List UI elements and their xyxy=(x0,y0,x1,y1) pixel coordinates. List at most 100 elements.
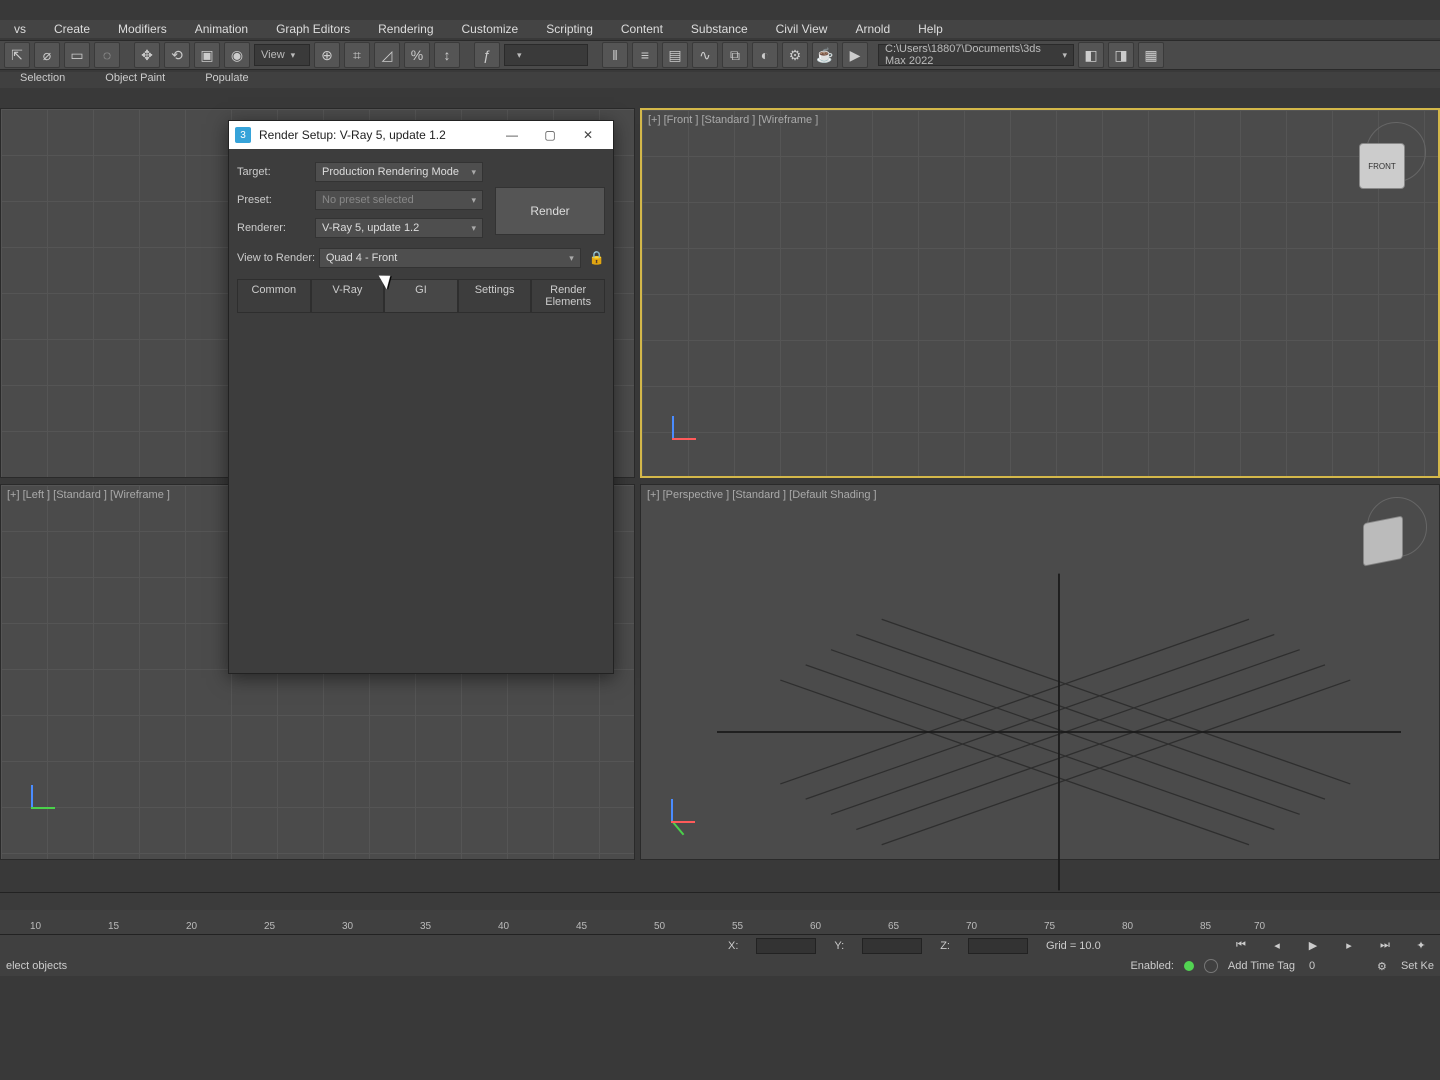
snap-toggle-icon[interactable]: ⌗ xyxy=(344,42,370,68)
material-editor-icon[interactable]: ◐ xyxy=(752,42,778,68)
refcoord-dropdown[interactable]: View xyxy=(254,44,310,66)
menu-item[interactable]: Rendering xyxy=(364,20,447,38)
coord-z-input[interactable] xyxy=(968,938,1028,954)
lock-icon[interactable]: 🔒 xyxy=(589,250,605,266)
placement-icon[interactable]: ◉ xyxy=(224,42,250,68)
dialog-titlebar[interactable]: 3 Render Setup: V-Ray 5, update 1.2 — ▢ … xyxy=(229,121,613,149)
label-view: View to Render: xyxy=(237,252,319,264)
frame-input[interactable]: 0 xyxy=(1305,960,1363,972)
menu-item[interactable]: Graph Editors xyxy=(262,20,364,38)
schematic-icon[interactable]: ⧉ xyxy=(722,42,748,68)
coord-status-bar: X: Y: Z: Grid = 10.0 ⏮ ◂ ▶ ▸ ⏭ ✦ xyxy=(0,934,1440,956)
render-icon[interactable]: ▶ xyxy=(842,42,868,68)
target-dropdown[interactable]: Production Rendering Mode xyxy=(315,162,483,182)
tab-common[interactable]: Common xyxy=(237,279,311,312)
tab-render-elements[interactable]: Render Elements xyxy=(531,279,605,312)
render-button[interactable]: Render xyxy=(495,187,605,235)
time-config-icon[interactable]: ⚙ xyxy=(1373,957,1391,975)
rect-select-icon[interactable]: ▭ xyxy=(64,42,90,68)
unlink-icon[interactable]: ⌀ xyxy=(34,42,60,68)
project-path-display[interactable]: C:\Users\18807\Documents\3ds Max 2022 xyxy=(878,44,1074,66)
axis-gizmo xyxy=(21,785,61,825)
workspace-icon[interactable]: ◧ xyxy=(1078,42,1104,68)
view-to-render-dropdown[interactable]: Quad 4 - Front xyxy=(319,248,581,268)
maximize-button[interactable]: ▢ xyxy=(531,121,569,149)
rotate-icon[interactable]: ⟲ xyxy=(164,42,190,68)
curve-editor-icon[interactable]: ∿ xyxy=(692,42,718,68)
spinner-snap-icon[interactable]: ↕ xyxy=(434,42,460,68)
viewport-bottom-right[interactable]: [+] [Perspective ] [Standard ] [Default … xyxy=(640,484,1440,860)
layer-icon[interactable]: ▤ xyxy=(662,42,688,68)
menu-item[interactable]: Content xyxy=(607,20,677,38)
align-icon[interactable]: ≡ xyxy=(632,42,658,68)
menu-item[interactable]: vs xyxy=(0,20,40,38)
percent-snap-icon[interactable]: % xyxy=(404,42,430,68)
tab-gi[interactable]: GI xyxy=(384,279,458,312)
render-frame-icon[interactable]: ☕ xyxy=(812,42,838,68)
ruler-tick: 70 xyxy=(966,921,977,932)
mirror-icon[interactable]: ‖ xyxy=(602,42,628,68)
angle-snap-icon[interactable]: ◿ xyxy=(374,42,400,68)
minimize-button[interactable]: — xyxy=(493,121,531,149)
grid-value: Grid = 10.0 xyxy=(1046,940,1101,952)
coord-x-input[interactable] xyxy=(756,938,816,954)
ruler-tick: 10 xyxy=(30,921,41,932)
enabled-indicator-icon xyxy=(1184,961,1194,971)
add-time-tag-button[interactable]: Add Time Tag xyxy=(1228,960,1295,972)
menu-item[interactable]: Substance xyxy=(677,20,762,38)
named-sel-icon[interactable]: ƒ xyxy=(474,42,500,68)
menu-item[interactable]: Civil View xyxy=(762,20,842,38)
enabled-label: Enabled: xyxy=(1130,960,1173,972)
more-icon[interactable]: ▦ xyxy=(1138,42,1164,68)
label-preset: Preset: xyxy=(237,194,315,206)
viewport-container: [+] [Front ] [Standard ] [Wireframe ] FR… xyxy=(0,108,1440,860)
menu-item[interactable]: Create xyxy=(40,20,104,38)
key-mode-icon[interactable]: ✦ xyxy=(1412,937,1430,955)
reset-layout-icon[interactable]: ◨ xyxy=(1108,42,1134,68)
coord-y-input[interactable] xyxy=(862,938,922,954)
close-button[interactable]: ✕ xyxy=(569,121,607,149)
goto-start-icon[interactable]: ⏮ xyxy=(1232,937,1250,955)
timeline-track[interactable] xyxy=(0,892,1440,910)
preset-dropdown[interactable]: No preset selected xyxy=(315,190,483,210)
menu-item[interactable]: Modifiers xyxy=(104,20,181,38)
prev-frame-icon[interactable]: ◂ xyxy=(1268,937,1286,955)
ruler-tick: 30 xyxy=(342,921,353,932)
next-frame-icon[interactable]: ▸ xyxy=(1340,937,1358,955)
lasso-icon[interactable]: ◌ xyxy=(94,42,120,68)
ribbon-tab[interactable]: Object Paint xyxy=(105,72,165,88)
ribbon-tab[interactable]: Selection xyxy=(20,72,65,88)
set-key-button[interactable]: Set Ke xyxy=(1401,960,1434,972)
select-link-icon[interactable]: ⇱ xyxy=(4,42,30,68)
prompt-line: elect objects xyxy=(6,960,1120,972)
play-icon[interactable]: ▶ xyxy=(1304,937,1322,955)
viewcube-ring[interactable]: FRONT xyxy=(1366,122,1426,182)
menu-item[interactable]: Customize xyxy=(448,20,533,38)
tab-vray[interactable]: V-Ray xyxy=(311,279,385,312)
viewcube[interactable]: FRONT xyxy=(1359,143,1405,189)
renderer-dropdown[interactable]: V-Ray 5, update 1.2 xyxy=(315,218,483,238)
dialog-title: Render Setup: V-Ray 5, update 1.2 xyxy=(259,128,493,142)
viewport-label[interactable]: [+] [Front ] [Standard ] [Wireframe ] xyxy=(648,114,818,126)
named-selection-dropdown[interactable] xyxy=(504,44,588,66)
menu-item[interactable]: Arnold xyxy=(841,20,904,38)
viewport-top-right[interactable]: [+] [Front ] [Standard ] [Wireframe ] FR… xyxy=(640,108,1440,478)
script-listener-icon[interactable] xyxy=(1204,959,1218,973)
menu-item[interactable]: Help xyxy=(904,20,957,38)
scale-icon[interactable]: ▣ xyxy=(194,42,220,68)
viewport-label[interactable]: [+] [Left ] [Standard ] [Wireframe ] xyxy=(7,489,170,501)
move-icon[interactable]: ✥ xyxy=(134,42,160,68)
tab-settings[interactable]: Settings xyxy=(458,279,532,312)
ruler-tick: 65 xyxy=(888,921,899,932)
time-ruler[interactable]: 1015202530354045505560657075808570 xyxy=(0,910,1440,934)
pivot-icon[interactable]: ⊕ xyxy=(314,42,340,68)
ribbon-tab[interactable]: Populate xyxy=(205,72,248,88)
viewport-grid xyxy=(642,110,1438,476)
menu-item[interactable]: Scripting xyxy=(532,20,607,38)
ruler-tick: 50 xyxy=(654,921,665,932)
label-renderer: Renderer: xyxy=(237,222,315,234)
render-setup-icon[interactable]: ⚙ xyxy=(782,42,808,68)
ruler-tick: 40 xyxy=(498,921,509,932)
goto-end-icon[interactable]: ⏭ xyxy=(1376,937,1394,955)
menu-item[interactable]: Animation xyxy=(181,20,262,38)
